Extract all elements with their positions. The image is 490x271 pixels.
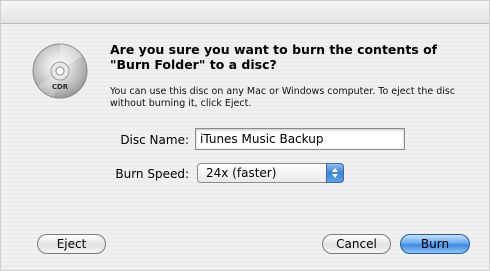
dialog-title: Are you sure you want to burn the conten…: [110, 42, 438, 72]
popup-arrows-icon: [326, 163, 344, 183]
burn-disc-sheet: CDR Are you sure you want to burn the co…: [0, 0, 490, 271]
burn-speed-value: 24x (faster): [206, 166, 277, 180]
burn-speed-label: Burn Speed:: [115, 167, 189, 181]
cd-r-disc-icon: CDR: [32, 43, 88, 99]
disc-icon-label: CDR: [52, 83, 69, 91]
sheet-title-bar: [1, 1, 489, 24]
dialog-message: You can use this disc on any Mac or Wind…: [110, 86, 456, 109]
disc-name-input[interactable]: [195, 128, 405, 150]
disc-name-label: Disc Name:: [120, 133, 189, 147]
cancel-button[interactable]: Cancel: [322, 234, 391, 254]
burn-button[interactable]: Burn: [400, 234, 470, 254]
burn-speed-popup[interactable]: 24x (faster): [197, 163, 344, 183]
eject-button[interactable]: Eject: [37, 234, 106, 254]
